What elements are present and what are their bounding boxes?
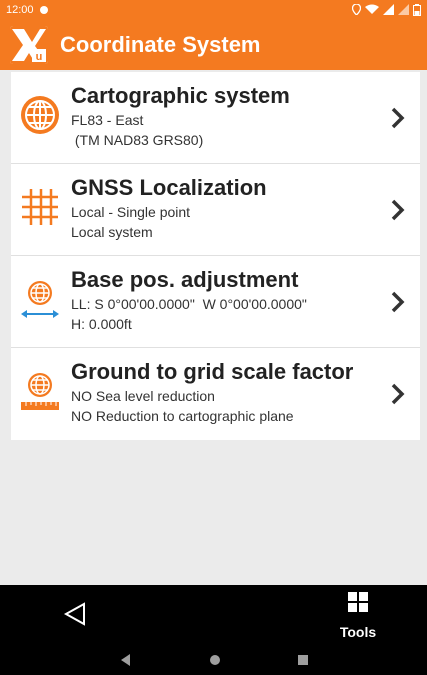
chevron-right-icon — [391, 199, 405, 221]
back-triangle-icon[interactable] — [62, 601, 88, 627]
item-subtitle: Local - Single point — [71, 204, 191, 220]
status-bar: 12:00 — [0, 0, 427, 19]
chevron-right-icon — [391, 291, 405, 313]
item-detail: NO Reduction to cartographic plane — [71, 408, 294, 424]
status-time: 12:00 — [6, 3, 34, 16]
location-icon — [352, 4, 361, 15]
item-title: GNSS Localization — [71, 175, 267, 200]
item-subtitle: LL: S 0°00'00.0000" W 0°00'00.0000" — [71, 296, 307, 312]
item-subtitle: NO Sea level reduction — [71, 388, 215, 404]
list-item-cartographic-system[interactable]: Cartographic system FL83 - East (TM NAD8… — [11, 72, 420, 164]
nav-home-icon[interactable] — [210, 655, 220, 665]
item-subtitle: FL83 - East — [71, 112, 144, 128]
globe-ruler-icon — [21, 373, 59, 410]
wifi-icon — [365, 4, 379, 14]
battery-icon — [413, 3, 421, 16]
page-title: Coordinate System — [60, 31, 261, 57]
signal-icon — [383, 4, 394, 15]
chevron-right-icon — [391, 383, 405, 405]
item-detail: Local system — [71, 224, 153, 240]
item-detail: (TM NAD83 GRS80) — [71, 132, 204, 148]
globe-arrows-icon — [21, 281, 59, 318]
item-title: Base pos. adjustment — [71, 267, 299, 292]
status-icons — [352, 3, 421, 16]
bottom-toolbar: Tools — [0, 585, 427, 644]
list-item-base-pos-adjustment[interactable]: Base pos. adjustment LL: S 0°00'00.0000"… — [11, 256, 420, 348]
app-logo[interactable]: u — [10, 25, 48, 64]
item-detail: H: 0.000ft — [71, 316, 132, 332]
svg-text:u: u — [36, 51, 43, 63]
grid-icon — [22, 189, 58, 225]
nav-recent-apps-icon[interactable] — [298, 655, 308, 665]
item-title: Cartographic system — [71, 83, 290, 108]
app-bar: u Coordinate System — [0, 19, 427, 70]
list-item-ground-to-grid-scale-factor[interactable]: Ground to grid scale factor NO Sea level… — [11, 348, 420, 440]
notification-dot-icon — [39, 5, 48, 14]
chevron-right-icon — [391, 107, 405, 129]
grid-four-icon — [348, 592, 368, 612]
system-nav-bar — [0, 644, 427, 675]
globe-icon — [21, 96, 59, 134]
signal-icon-2 — [398, 4, 409, 15]
list-item-gnss-localization[interactable]: GNSS Localization Local - Single point L… — [11, 164, 420, 256]
tools-button[interactable]: Tools — [328, 591, 388, 641]
settings-list: Cartographic system FL83 - East (TM NAD8… — [11, 72, 420, 440]
item-title: Ground to grid scale factor — [71, 359, 354, 384]
tools-label: Tools — [339, 624, 377, 640]
nav-back-icon[interactable] — [121, 654, 131, 666]
